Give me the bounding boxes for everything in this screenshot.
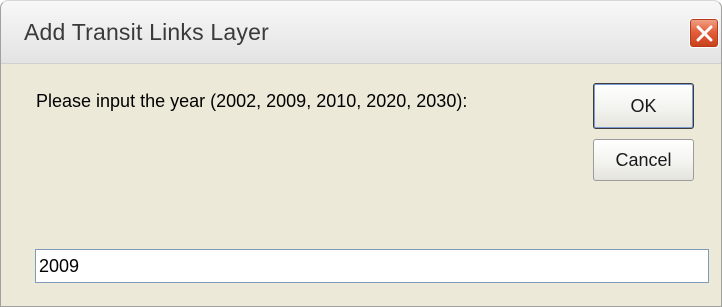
cancel-button[interactable]: Cancel <box>593 139 694 181</box>
window-title: Add Transit Links Layer <box>24 19 269 45</box>
close-button[interactable] <box>689 18 719 48</box>
title-bar[interactable]: Add Transit Links Layer <box>1 1 721 64</box>
year-input[interactable] <box>35 249 709 283</box>
dialog-window: Add Transit Links Layer Please input the… <box>0 0 722 307</box>
ok-button[interactable]: OK <box>593 83 694 129</box>
close-icon <box>696 25 713 42</box>
prompt-label: Please input the year (2002, 2009, 2010,… <box>36 91 468 111</box>
